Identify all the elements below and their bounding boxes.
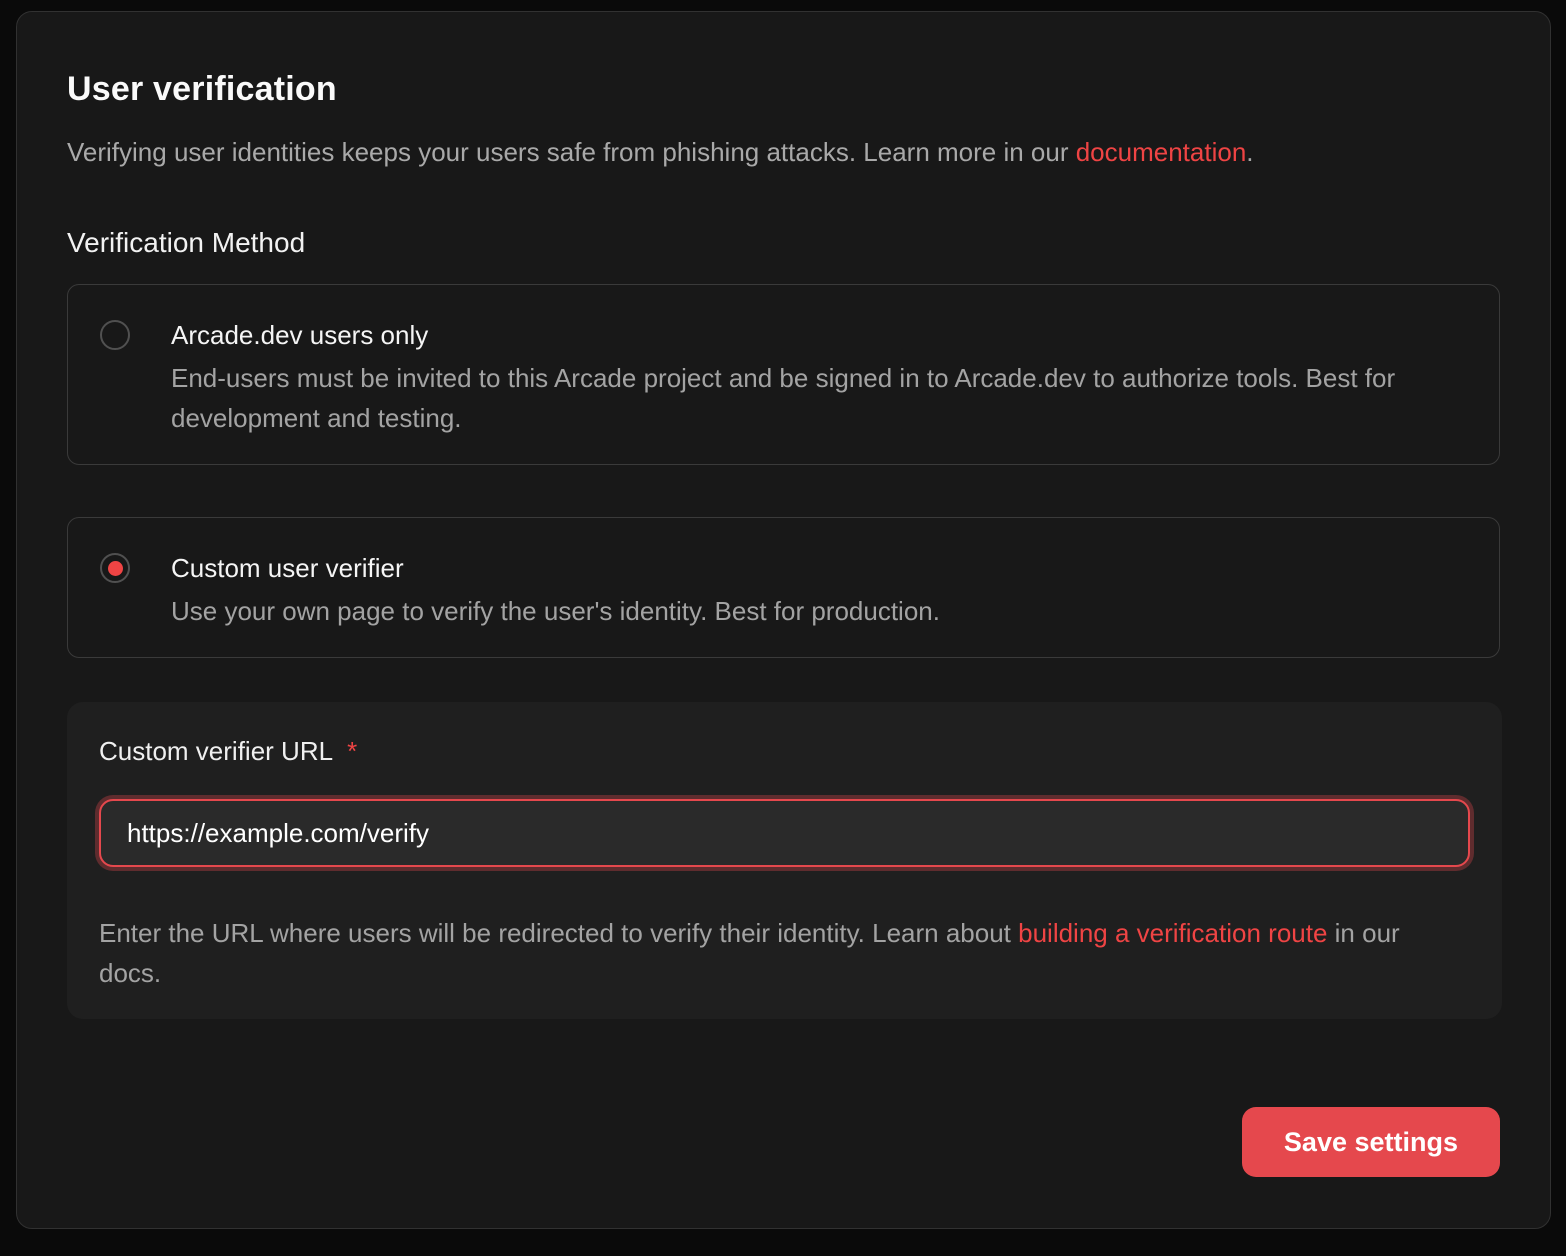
verification-method-heading: Verification Method — [67, 224, 1500, 262]
user-verification-card: User verification Verifying user identit… — [16, 11, 1551, 1229]
custom-verifier-url-input[interactable] — [99, 799, 1470, 867]
helper-text: Enter the URL where users will be redire… — [99, 918, 1018, 948]
custom-verifier-url-panel: Custom verifier URL * Enter the URL where… — [67, 702, 1502, 1019]
custom-verifier-url-label: Custom verifier URL * — [99, 734, 1470, 768]
option-title-custom-verifier: Custom user verifier — [171, 550, 940, 586]
save-settings-button[interactable]: Save settings — [1242, 1107, 1500, 1177]
page-title: User verification — [67, 68, 1500, 110]
option-desc-custom-verifier: Use your own page to verify the user's i… — [171, 591, 940, 631]
footer-actions: Save settings — [67, 1107, 1500, 1177]
subtitle-period: . — [1246, 137, 1253, 167]
url-helper-text: Enter the URL where users will be redire… — [99, 913, 1469, 993]
option-desc-arcade-users: End-users must be invited to this Arcade… — [171, 358, 1467, 438]
option-title-arcade-users: Arcade.dev users only — [171, 317, 1467, 353]
radio-dot — [108, 328, 123, 343]
radio-arcade-users[interactable] — [100, 320, 130, 350]
radio-custom-verifier[interactable] — [100, 553, 130, 583]
option-card-arcade-users[interactable]: Arcade.dev users only End-users must be … — [67, 284, 1500, 465]
option-text: Custom user verifier Use your own page t… — [171, 550, 940, 631]
label-text: Custom verifier URL — [99, 736, 333, 766]
documentation-link[interactable]: documentation — [1076, 137, 1247, 167]
option-card-custom-verifier[interactable]: Custom user verifier Use your own page t… — [67, 517, 1500, 658]
subtitle-text: Verifying user identities keeps your use… — [67, 137, 1076, 167]
required-asterisk: * — [347, 736, 357, 766]
radio-dot — [108, 561, 123, 576]
option-text: Arcade.dev users only End-users must be … — [171, 317, 1467, 438]
verification-route-link[interactable]: building a verification route — [1018, 918, 1327, 948]
page-subtitle: Verifying user identities keeps your use… — [67, 134, 1500, 170]
